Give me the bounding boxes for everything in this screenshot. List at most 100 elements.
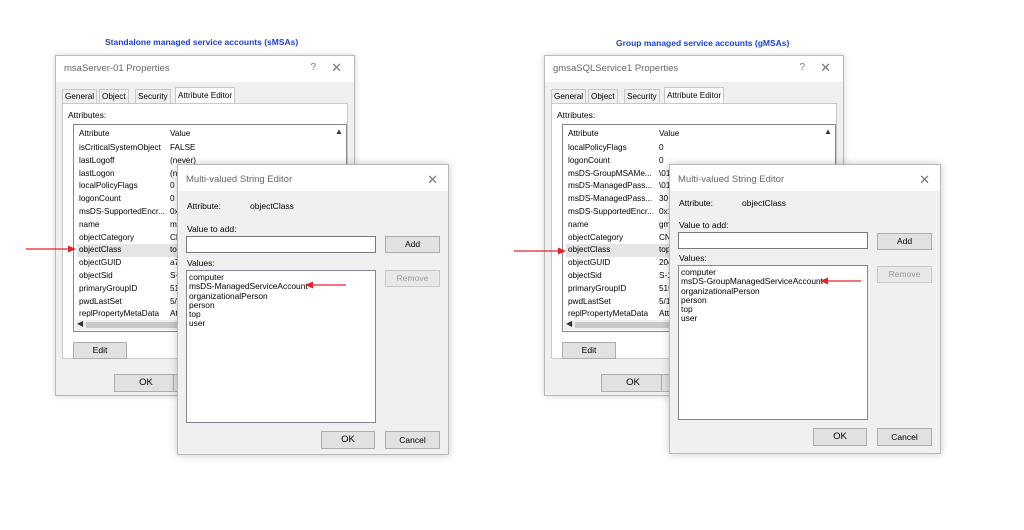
cancel-button[interactable]: Cancel bbox=[385, 431, 440, 449]
close-icon[interactable]: ✕ bbox=[919, 172, 930, 188]
attributes-label: Attributes: bbox=[68, 110, 107, 120]
attribute-name-cell: msDS-GroupMSAMe... bbox=[568, 168, 652, 178]
properties-title: gmsaSQLService1 Properties bbox=[553, 63, 679, 74]
tab-attribute-editor[interactable]: Attribute Editor bbox=[664, 87, 725, 103]
attribute-name-cell: objectCategory bbox=[79, 232, 135, 242]
list-item[interactable]: person bbox=[189, 300, 373, 310]
list-item[interactable]: organizationalPerson bbox=[189, 291, 373, 301]
attribute-value-cell: 0 bbox=[659, 143, 664, 152]
attribute-name: objectClass bbox=[742, 198, 786, 208]
properties-titlebar: msaServer-01 Properties ? ✕ bbox=[56, 56, 354, 82]
scroll-up-icon[interactable]: ▲ bbox=[822, 126, 834, 138]
attribute-name-cell: localPolicyFlags bbox=[568, 143, 627, 152]
attribute-label: Attribute: bbox=[679, 198, 714, 208]
tab-general[interactable]: General bbox=[62, 89, 98, 103]
tab-security[interactable]: Security bbox=[135, 89, 171, 103]
attribute-name: objectClass bbox=[250, 201, 294, 211]
gmsa-multi-valued-string-editor: Multi-valued String Editor ✕ Attribute: … bbox=[669, 164, 941, 454]
attribute-name-cell: msDS-SupportedEncr... bbox=[568, 207, 654, 216]
list-item[interactable]: top bbox=[681, 304, 865, 314]
close-icon[interactable]: ✕ bbox=[331, 60, 342, 76]
column-header-value[interactable]: Value bbox=[659, 128, 739, 141]
scroll-left-icon[interactable]: ◀ bbox=[77, 319, 83, 328]
add-button[interactable]: Add bbox=[385, 236, 440, 253]
close-icon[interactable]: ✕ bbox=[427, 172, 438, 188]
remove-button[interactable]: Remove bbox=[877, 266, 932, 283]
ok-button[interactable]: OK bbox=[321, 431, 375, 449]
attribute-name-cell: primaryGroupID bbox=[79, 283, 138, 293]
tab-security[interactable]: Security bbox=[624, 89, 660, 103]
list-header[interactable]: Attribute Value bbox=[77, 128, 330, 141]
attribute-name-cell: lastLogon bbox=[79, 168, 115, 178]
values-list[interactable]: computer msDS-ManagedServiceAccount organi… bbox=[186, 270, 376, 423]
attribute-name-cell: logonCount bbox=[79, 194, 121, 204]
attribute-name-cell: name bbox=[79, 219, 100, 229]
add-button[interactable]: Add bbox=[877, 233, 932, 250]
tab-object[interactable]: Object bbox=[588, 89, 618, 103]
value-to-add-input[interactable] bbox=[186, 236, 376, 253]
tab-attribute-editor[interactable]: Attribute Editor bbox=[175, 87, 236, 103]
list-item[interactable]: top bbox=[189, 309, 373, 319]
list-item[interactable]: user bbox=[681, 314, 865, 324]
values-list[interactable]: computer msDS-GroupManagedServiceAccount o… bbox=[678, 265, 868, 420]
smsa-multi-valued-string-editor: Multi-valued String Editor ✕ Attribute: … bbox=[177, 164, 449, 455]
attribute-name-cell: objectClass bbox=[568, 245, 611, 255]
help-icon[interactable]: ? bbox=[799, 62, 805, 73]
attribute-name-cell: pwdLastSet bbox=[568, 296, 611, 306]
tab-object[interactable]: Object bbox=[99, 89, 129, 103]
attribute-name-cell: pwdLastSet bbox=[79, 296, 122, 306]
ok-button[interactable]: OK bbox=[813, 428, 867, 446]
edit-button[interactable]: Edit bbox=[73, 342, 127, 359]
attribute-name-cell: objectSid bbox=[568, 271, 602, 280]
cancel-button[interactable]: Cancel bbox=[877, 428, 932, 446]
tab-general[interactable]: General bbox=[551, 89, 587, 103]
scroll-left-icon[interactable]: ◀ bbox=[566, 319, 572, 328]
remove-button[interactable]: Remove bbox=[385, 270, 440, 287]
list-item[interactable]: user bbox=[189, 319, 373, 329]
values-label: Values: bbox=[679, 253, 707, 263]
ok-button[interactable]: OK bbox=[114, 374, 178, 392]
arrow-to-objectclass-icon bbox=[26, 245, 76, 253]
column-header-attribute[interactable]: Attribute bbox=[568, 128, 654, 141]
editor-title: Multi-valued String Editor bbox=[186, 174, 293, 185]
arrow-to-group-managed-service-account-icon bbox=[820, 277, 861, 285]
scroll-up-icon[interactable]: ▲ bbox=[333, 126, 345, 138]
edit-button[interactable]: Edit bbox=[562, 342, 616, 359]
attribute-name-cell: objectGUID bbox=[568, 258, 611, 268]
attribute-name-cell: localPolicyFlags bbox=[79, 181, 138, 191]
help-icon[interactable]: ? bbox=[310, 62, 316, 73]
attribute-name-cell: isCriticalSystemObject bbox=[79, 143, 161, 152]
properties-title: msaServer-01 Properties bbox=[64, 63, 170, 74]
editor-title: Multi-valued String Editor bbox=[678, 174, 785, 185]
attribute-name-cell: primaryGroupID bbox=[568, 283, 627, 293]
list-header[interactable]: Attribute Value bbox=[566, 128, 819, 141]
value-to-add-input[interactable] bbox=[678, 232, 868, 249]
value-to-add-label: Value to add: bbox=[679, 220, 729, 230]
column-header-value[interactable]: Value bbox=[170, 128, 250, 141]
attribute-name-cell: objectClass bbox=[79, 245, 122, 255]
values-label: Values: bbox=[187, 258, 215, 268]
attribute-name-cell: objectCategory bbox=[568, 232, 624, 242]
properties-titlebar: gmsaSQLService1 Properties ? ✕ bbox=[545, 56, 843, 82]
gmsa-heading: Group managed service accounts (gMSAs) bbox=[616, 38, 790, 48]
editor-titlebar: Multi-valued String Editor ✕ bbox=[670, 165, 940, 191]
attribute-value-cell: FALSE bbox=[170, 143, 196, 152]
table-row[interactable]: localPolicyFlags 0 bbox=[566, 142, 819, 155]
attribute-name-cell: objectSid bbox=[79, 271, 113, 280]
attribute-name-cell: msDS-ManagedPass... bbox=[568, 194, 653, 204]
close-icon[interactable]: ✕ bbox=[820, 60, 831, 76]
value-to-add-label: Value to add: bbox=[187, 224, 237, 234]
column-header-attribute[interactable]: Attribute bbox=[79, 128, 165, 141]
attributes-label: Attributes: bbox=[557, 110, 596, 120]
table-row[interactable]: isCriticalSystemObject FALSE bbox=[77, 142, 330, 155]
attribute-name-cell: objectGUID bbox=[79, 258, 122, 268]
attribute-name-cell: logonCount bbox=[568, 155, 610, 165]
editor-titlebar: Multi-valued String Editor ✕ bbox=[178, 165, 448, 191]
smsa-heading: Standalone managed service accounts (sMS… bbox=[105, 37, 299, 47]
arrow-to-objectclass-icon bbox=[514, 247, 566, 255]
ok-button[interactable]: OK bbox=[601, 374, 665, 392]
list-item[interactable]: organizationalPerson bbox=[681, 286, 865, 296]
attribute-label: Attribute: bbox=[187, 201, 222, 211]
attribute-name-cell: name bbox=[568, 219, 589, 229]
list-item[interactable]: person bbox=[681, 295, 865, 305]
